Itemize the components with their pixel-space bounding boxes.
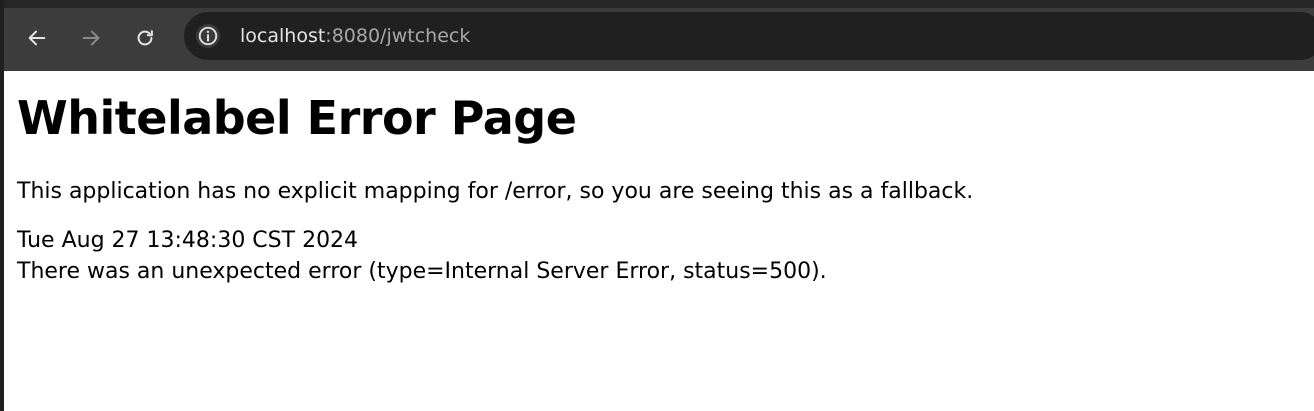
arrow-left-icon <box>28 30 46 46</box>
reload-icon <box>137 30 153 46</box>
error-status: There was an unexpected error (type=Inte… <box>17 259 827 284</box>
error-timestamp: Tue Aug 27 13:48:30 CST 2024 <box>17 228 359 253</box>
browser-toolbar: localhost:8080/jwtcheck <box>0 0 1314 71</box>
reload-button[interactable] <box>129 22 161 54</box>
arrow-right-icon <box>82 30 100 46</box>
forward-button[interactable] <box>75 22 107 54</box>
url-text[interactable]: localhost:8080/jwtcheck <box>240 25 470 47</box>
address-bar[interactable]: localhost:8080/jwtcheck <box>184 12 1314 60</box>
page-content: Whitelabel Error Page This application h… <box>17 71 1307 287</box>
error-details: Tue Aug 27 13:48:30 CST 2024 There was a… <box>17 225 1307 287</box>
url-path: :8080/jwtcheck <box>325 25 471 47</box>
url-host: localhost <box>240 25 326 47</box>
window-edge <box>0 0 4 411</box>
info-icon[interactable] <box>196 24 220 48</box>
error-message: This application has no explicit mapping… <box>17 179 974 204</box>
browser-window: localhost:8080/jwtcheck Whitelabel Error… <box>0 0 1314 411</box>
page-title: Whitelabel Error Page <box>17 91 577 145</box>
back-button[interactable] <box>21 22 53 54</box>
